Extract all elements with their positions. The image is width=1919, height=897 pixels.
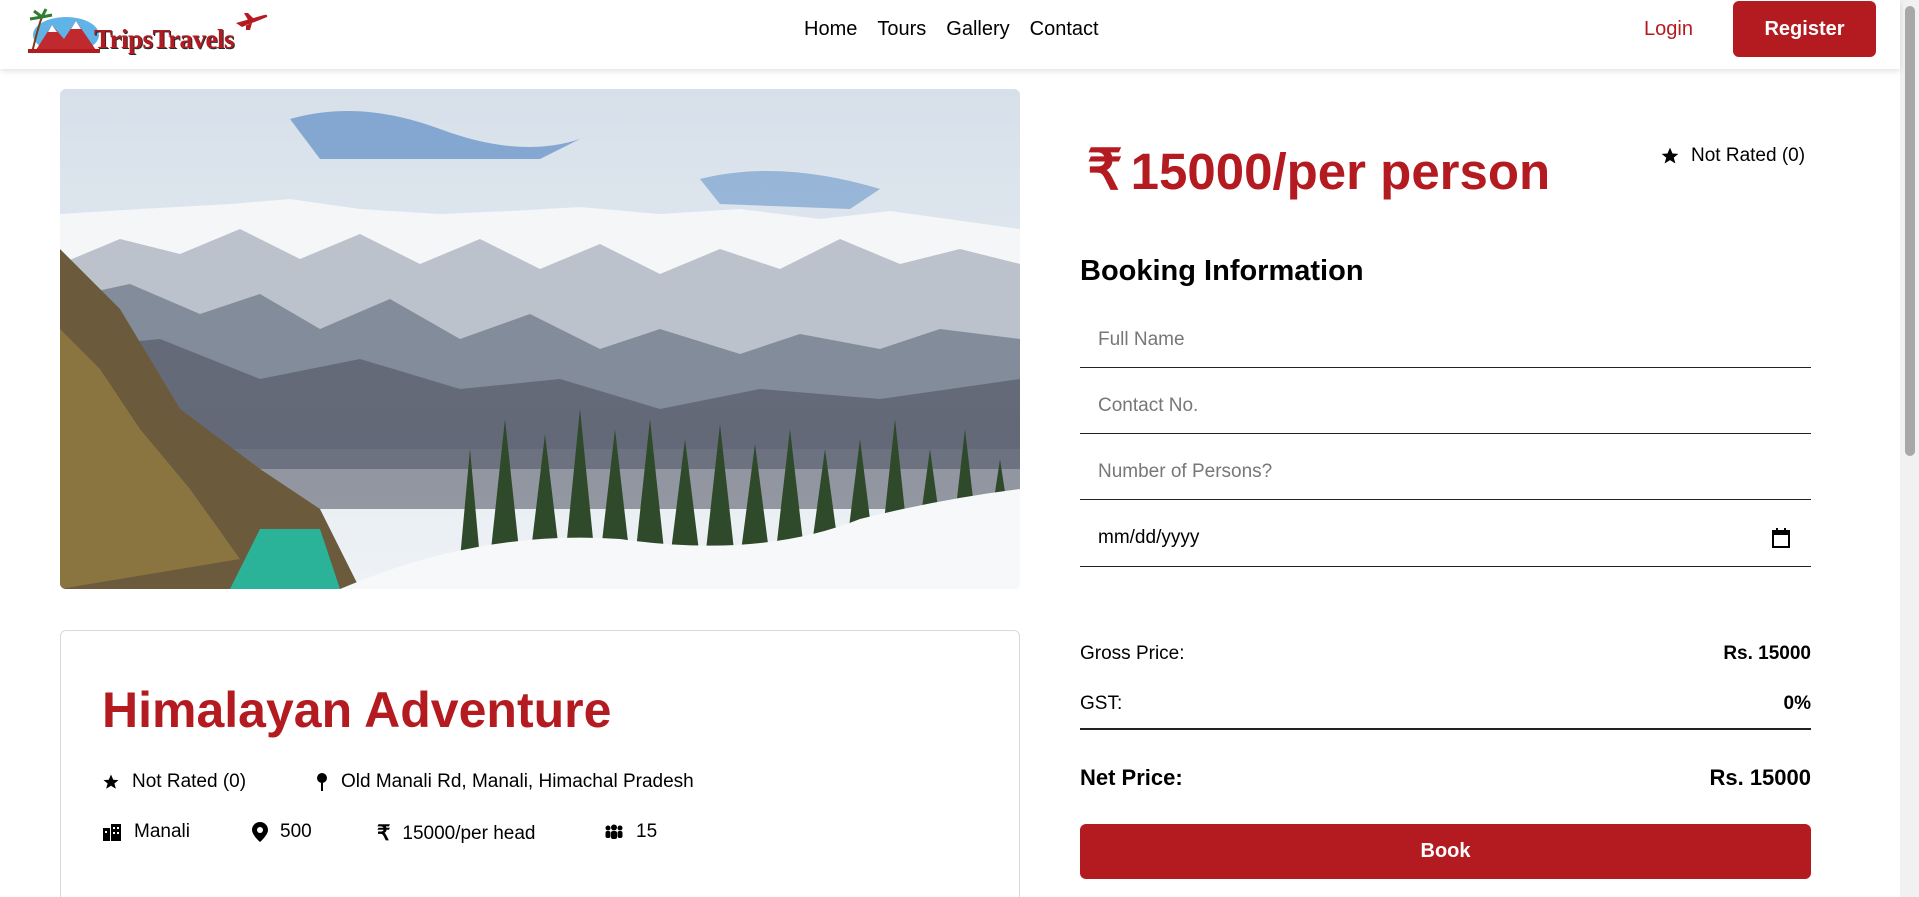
tour-address-text: Old Manali Rd, Manali, Himachal Pradesh (341, 771, 694, 792)
city-icon (103, 824, 121, 841)
net-price-row: Net Price: Rs. 15000 (1080, 765, 1811, 791)
login-link[interactable]: Login (1644, 18, 1693, 41)
gross-price-row: Gross Price: Rs. 15000 (1080, 643, 1811, 665)
booking-rating-text: Not Rated (0) (1691, 145, 1806, 166)
number-of-persons-input[interactable] (1080, 444, 1811, 500)
tour-hero-image (60, 89, 1020, 589)
people-group-icon (605, 824, 623, 839)
full-name-input[interactable] (1080, 312, 1811, 368)
logo-mountain-icon (28, 8, 100, 54)
rupee-icon: ₹ (377, 822, 391, 845)
gross-price-label: Gross Price: (1080, 643, 1185, 664)
net-price-label: Net Price: (1080, 765, 1183, 790)
navbar: TripsTravels Home Tours Gallery Contact … (0, 0, 1900, 69)
tour-distance-text: 500 (280, 821, 312, 842)
scrollbar-thumb[interactable] (1905, 6, 1915, 456)
tour-address: Old Manali Rd, Manali, Himachal Pradesh (315, 771, 694, 793)
nav-tours[interactable]: Tours (877, 18, 926, 41)
main-nav: Home Tours Gallery Contact (804, 18, 1099, 41)
airplane-icon (236, 13, 268, 30)
logo[interactable]: TripsTravels (24, 7, 270, 55)
location-icon (252, 822, 268, 842)
nav-contact[interactable]: Contact (1030, 18, 1099, 41)
booking-date-value: mm/dd/yyyy (1098, 527, 1200, 548)
register-button[interactable]: Register (1733, 1, 1876, 57)
booking-price: ₹15000/per person (1087, 137, 1550, 203)
nav-gallery[interactable]: Gallery (946, 18, 1009, 41)
tour-price-text: 15000/per head (402, 822, 536, 844)
tour-city: Manali (102, 821, 190, 843)
tour-details-card: Himalayan Adventure Not Rated (0) Old Ma… (60, 630, 1020, 897)
tour-distance: 500 (252, 821, 312, 843)
tour-city-text: Manali (134, 821, 190, 842)
gst-label: GST: (1080, 693, 1123, 714)
booking-rating: Not Rated (0) (1660, 145, 1805, 167)
calendar-icon[interactable] (1772, 528, 1790, 548)
tour-rating: Not Rated (0) (102, 771, 246, 793)
price-divider (1080, 728, 1811, 730)
tour-group-size-text: 15 (636, 821, 658, 842)
star-icon (1661, 147, 1679, 164)
tour-rating-text: Not Rated (0) (132, 771, 247, 792)
page: TripsTravels Home Tours Gallery Contact … (0, 0, 1919, 897)
net-price-value: Rs. 15000 (1709, 765, 1811, 790)
booking-price-text: 15000/per person (1130, 143, 1551, 200)
pin-icon (317, 773, 327, 791)
tour-price-per-head: ₹ 15000/per head (377, 821, 536, 846)
logo-text: TripsTravels (94, 24, 235, 54)
page-scrollbar[interactable] (1900, 0, 1919, 897)
gst-row: GST: 0% (1080, 693, 1811, 715)
gross-price-value: Rs. 15000 (1723, 643, 1811, 664)
rupee-icon: ₹ (1087, 138, 1123, 201)
nav-home[interactable]: Home (804, 18, 857, 41)
tour-group-size: 15 (604, 821, 657, 843)
book-button[interactable]: Book (1080, 824, 1811, 879)
tour-title: Himalayan Adventure (102, 682, 612, 738)
gst-value: 0% (1783, 693, 1811, 714)
star-icon (103, 774, 119, 789)
contact-number-input[interactable] (1080, 378, 1811, 434)
booking-heading: Booking Information (1080, 255, 1364, 287)
